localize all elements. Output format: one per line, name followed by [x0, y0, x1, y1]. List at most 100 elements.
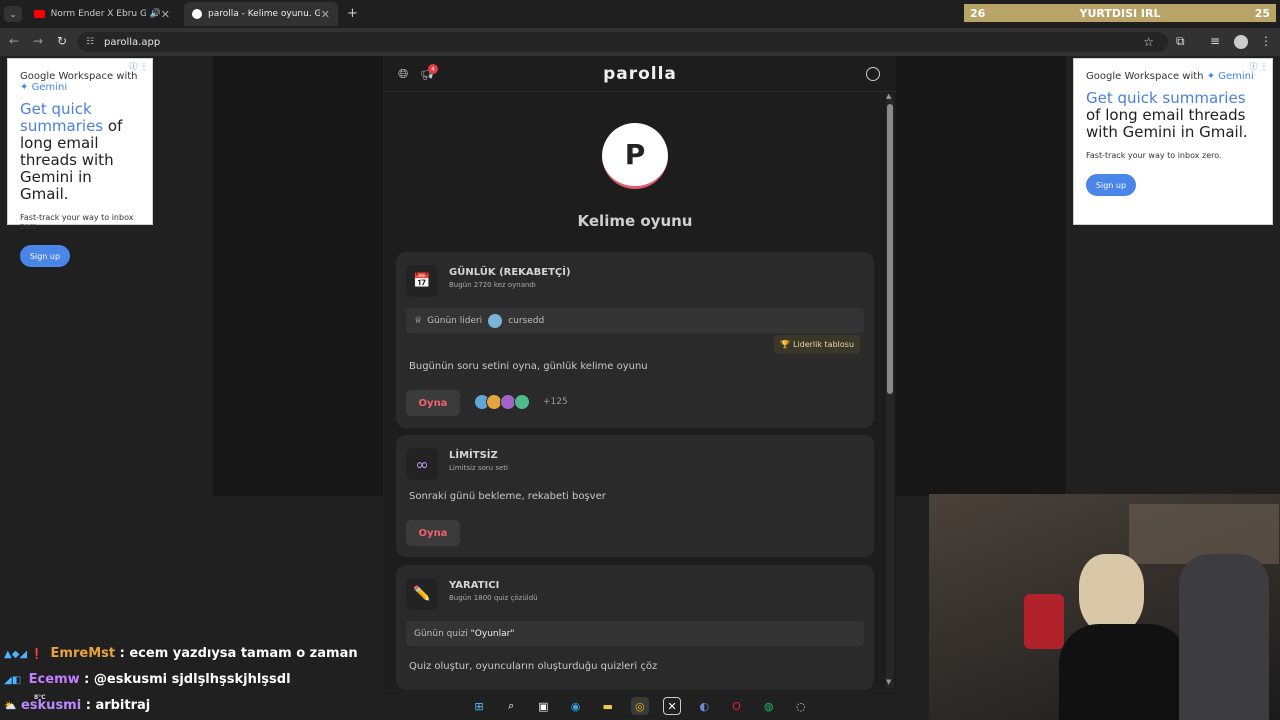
close-tab-icon[interactable]: ✕ [321, 8, 330, 21]
chat-username: Ecemw [28, 672, 80, 687]
youtube-icon [34, 10, 45, 18]
site-info-icon[interactable]: ☷ [86, 37, 94, 47]
close-tab-icon[interactable]: ✕ [161, 8, 170, 21]
bookmark-star-icon[interactable]: ☆ [1143, 35, 1154, 49]
file-explorer-icon[interactable]: ▬ [599, 697, 617, 715]
card-title: LİMİTSİZ [449, 450, 498, 461]
player-avatars [474, 394, 544, 412]
profile-avatar[interactable] [1234, 35, 1248, 49]
card-title: GÜNLÜK (REKABETÇİ) [449, 267, 571, 278]
leaderboard-button[interactable]: 🏆 Liderlik tablosu [774, 335, 860, 354]
speaker-icon[interactable]: 🔊 [150, 9, 161, 19]
quiz-name: "Oyunlar" [470, 628, 515, 639]
chat-message: ◢◧ Ecemw : @eskusmi sjdlşlhşskjhlşsdl [4, 672, 291, 687]
infinity-icon: ∞ [406, 448, 438, 480]
overlay-title: YURTDISI IRL [1079, 6, 1161, 20]
menu-icon[interactable]: ⋮ [1260, 34, 1272, 48]
overlay-left-number: 26 [970, 6, 986, 20]
ad-headline: Get quick summaries of long email thread… [20, 100, 123, 203]
ad-signup-button[interactable]: Sign up [1086, 174, 1136, 196]
leaderboard-label: Liderlik tablosu [792, 340, 855, 349]
user-profile-icon[interactable] [866, 67, 880, 81]
ad-headline: Get quick summaries of long email thread… [1086, 89, 1248, 141]
card-title: YARATICI [449, 580, 500, 591]
back-icon[interactable]: ← [9, 34, 19, 48]
daily-quiz-strip[interactable]: Günün quizi "Oyunlar" [406, 621, 864, 646]
notification-badge: 4 [428, 64, 438, 74]
quiz-label: Günün quizi [414, 628, 468, 639]
spotify-icon[interactable]: ◍ [760, 697, 778, 715]
ad-subtext: Fast-track your way to inbox zero. [20, 213, 134, 231]
chat-text: : ecem yazdıysa tamam o zaman [119, 646, 358, 661]
address-bar[interactable]: ☷ parolla.app ☆ [78, 32, 1168, 52]
ad-info-icon[interactable]: ⓘ ⋮ [1249, 61, 1268, 72]
app-logo[interactable]: parolla [590, 64, 690, 84]
card-description: Sonraki günü bekleme, rekabeti boşver [409, 491, 606, 502]
windows-start-icon[interactable]: ⊞ [470, 697, 488, 715]
card-description: Quiz oluştur, oyuncuların oluşturduğu qu… [409, 661, 658, 672]
weather-temp: 8°C [34, 694, 46, 701]
forward-icon[interactable]: → [33, 34, 43, 48]
badge-icons: ◢◧ [4, 675, 22, 686]
daily-play-button[interactable]: Oyna [406, 390, 460, 416]
card-daily-header: GÜNLÜK (REKABETÇİ) Bugün 2720 kez oynand… [449, 267, 571, 289]
card-unlimited-header: LİMİTSİZ Limitsiz soru seti [449, 450, 508, 472]
leader-name: cursedd [508, 315, 545, 326]
ad-info-icon[interactable]: ⓘ ⋮ [129, 61, 148, 72]
page-title: Kelime oyunu [577, 212, 693, 230]
task-view-icon[interactable]: ▣ [534, 697, 552, 715]
trophy-outline-icon: ♕ [414, 315, 423, 326]
webcam-overlay [929, 494, 1280, 720]
tab-search-button[interactable]: ⌄ [4, 6, 22, 22]
reload-icon[interactable]: ↻ [57, 34, 67, 48]
new-tab-button[interactable]: + [347, 6, 358, 21]
badge-icons: ▲◆◢ ❗ [4, 649, 44, 660]
ad-brand: Google Workspace with ✦ Gemini [20, 71, 138, 93]
scrollbar-thumb[interactable] [887, 104, 893, 394]
ad-signup-button[interactable]: Sign up [20, 245, 70, 267]
chat-text: : arbitraj [85, 698, 151, 713]
tab-youtube[interactable]: Norm Ender X Ebru Gündeş 🔊 ✕ [26, 2, 178, 26]
leader-avatar [488, 313, 503, 328]
daily-leader-strip[interactable]: ♕ Günün lideri cursedd [406, 308, 864, 333]
tab-title: parolla - Kelime oyunu. Günlük [208, 9, 320, 19]
trophy-icon: 🏆 [779, 340, 790, 349]
ad-right[interactable]: ⓘ ⋮ Google Workspace with ✦ Gemini Get q… [1073, 58, 1273, 225]
calendar-icon: 📅 [406, 265, 438, 297]
chat-text: : @eskusmi sjdlşlhşskjhlşsdl [84, 672, 291, 687]
media-icon[interactable]: ≡ [1210, 34, 1220, 48]
game-avatar: P [602, 123, 668, 189]
unlimited-play-button[interactable]: Oyna [406, 520, 460, 546]
chat-message: ▲◆◢ ❗ EmreMst : ecem yazdıysa tamam o za… [4, 646, 358, 661]
scroll-down-arrow[interactable]: ▼ [886, 678, 891, 686]
opera-icon[interactable]: O [728, 697, 746, 715]
card-creator-header: YARATICI Bugün 1800 quiz çözüldü [449, 580, 538, 602]
url-text[interactable]: parolla.app [104, 37, 160, 48]
taskbar: ⊞ ⌕ ▣ ◉ ▬ ◎ ✕ ◐ O ◍ ◌ [470, 692, 810, 720]
chat-message: ⛅ 8°C eskusmi : arbitraj [4, 694, 151, 713]
x-app-icon[interactable]: ✕ [663, 697, 682, 715]
card-subtitle: Limitsiz soru seti [449, 464, 508, 472]
pencil-icon: ✏️ [406, 578, 438, 610]
leader-label: Günün lideri [427, 315, 483, 326]
player-avatar [514, 394, 530, 410]
stream-overlay-banner: 26 YURTDISI IRL 25 [964, 4, 1276, 22]
chat-username: EmreMst [50, 646, 116, 661]
chrome-icon[interactable]: ◎ [630, 697, 649, 715]
ad-brand: Google Workspace with ✦ Gemini [1086, 71, 1254, 82]
ad-subtext: Fast-track your way to inbox zero. [1086, 151, 1222, 160]
app-icon[interactable]: ◌ [792, 697, 810, 715]
card-description: Bugünün soru setini oyna, günlük kelime … [409, 361, 648, 372]
globe-icon[interactable]: 🌐︎ [398, 67, 408, 82]
extensions-icon[interactable]: ⧉ [1176, 34, 1185, 49]
chat-username: eskusmi [20, 698, 82, 713]
ad-left[interactable]: ⓘ ⋮ Google Workspace with ✦ Gemini Get q… [7, 58, 153, 267]
discord-icon[interactable]: ◐ [695, 697, 713, 715]
tab-parolla[interactable]: parolla - Kelime oyunu. Günlük ✕ [184, 2, 338, 26]
tab-title: Norm Ender X Ebru Gündeş [50, 9, 146, 19]
edge-icon[interactable]: ◉ [567, 697, 585, 715]
search-icon[interactable]: ⌕ [502, 697, 520, 715]
overlay-right-number: 25 [1254, 6, 1270, 20]
scroll-up-arrow[interactable]: ▲ [886, 92, 891, 100]
players-more-count: +125 [543, 397, 568, 407]
